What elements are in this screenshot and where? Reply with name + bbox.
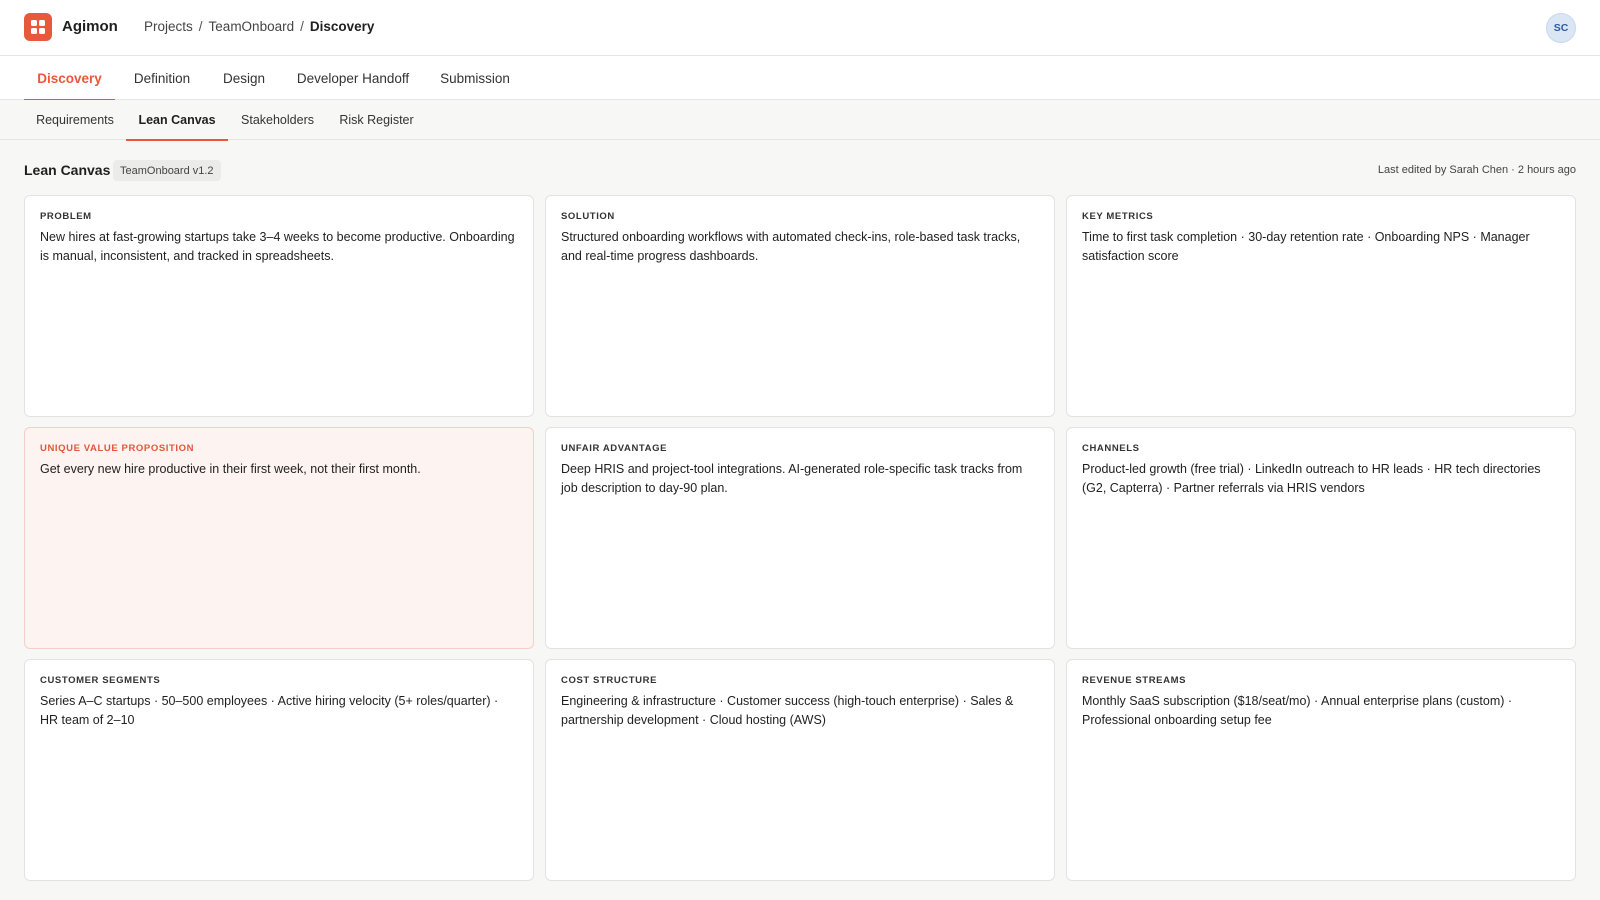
cell-label: Key Metrics <box>1082 211 1154 222</box>
subtab-lean-canvas[interactable]: Lean Canvas <box>126 100 228 141</box>
sub-tabs: Requirements Lean Canvas Stakeholders Ri… <box>0 100 1600 141</box>
canvas-cell-key-metrics[interactable]: Key Metrics Time to first task completio… <box>1066 195 1576 417</box>
cell-label: Revenue Streams <box>1082 675 1187 686</box>
tab-definition[interactable]: Definition <box>124 56 200 100</box>
canvas-cell-unique-value-proposition[interactable]: Unique Value Proposition Get every new h… <box>24 427 534 649</box>
subtab-requirements[interactable]: Requirements <box>24 100 126 140</box>
cell-label: Unique Value Proposition <box>40 443 195 454</box>
cell-label: Cost Structure <box>561 675 658 686</box>
cell-text: Structured onboarding workflows with aut… <box>561 230 1021 263</box>
app-name: Agimon <box>62 18 118 35</box>
version-badge: TeamOnboard v1.2 <box>113 160 221 181</box>
subtab-stakeholders[interactable]: Stakeholders <box>229 100 326 140</box>
lean-canvas-grid: Problem New hires at fast-growing startu… <box>24 195 1576 881</box>
breadcrumb-teamonboard[interactable]: TeamOnboard <box>209 19 295 34</box>
user-avatar[interactable]: SC <box>1546 13 1576 43</box>
cell-text: Engineering & infrastructure · Customer … <box>561 694 1014 727</box>
tab-discovery[interactable]: Discovery <box>24 56 115 101</box>
cell-label: Solution <box>561 211 615 222</box>
cell-label: Problem <box>40 211 92 222</box>
breadcrumb-separator: / <box>198 19 203 34</box>
cell-label: Customer Segments <box>40 675 161 686</box>
cell-label: Channels <box>1082 443 1140 454</box>
breadcrumb-discovery: Discovery <box>309 19 375 34</box>
main-tabs: Discovery Definition Design Developer Ha… <box>0 56 1600 101</box>
cell-text: Monthly SaaS subscription ($18/seat/mo) … <box>1082 694 1513 727</box>
cell-text: Product-led growth (free trial) · Linked… <box>1082 462 1541 495</box>
cell-text: Get every new hire productive in their f… <box>40 462 421 476</box>
cell-text: Time to first task completion · 30-day r… <box>1082 230 1530 263</box>
breadcrumb-projects[interactable]: Projects <box>144 19 193 34</box>
cell-text: Deep HRIS and project-tool integrations.… <box>561 462 1023 495</box>
cell-text: New hires at fast-growing startups take … <box>40 230 515 263</box>
subtab-risk-register[interactable]: Risk Register <box>327 100 426 140</box>
tab-developer-handoff[interactable]: Developer Handoff <box>287 56 419 100</box>
last-edited-text: Last edited by Sarah Chen · 2 hours ago <box>1377 164 1576 176</box>
canvas-cell-unfair-advantage[interactable]: Unfair Advantage Deep HRIS and project-t… <box>545 427 1055 649</box>
tab-submission[interactable]: Submission <box>430 56 520 100</box>
canvas-cell-cost-structure[interactable]: Cost Structure Engineering & infrastruct… <box>545 659 1055 881</box>
tab-design[interactable]: Design <box>211 56 277 100</box>
canvas-cell-solution[interactable]: Solution Structured onboarding workflows… <box>545 195 1055 417</box>
cell-text: Series A–C startups · 50–500 employees ·… <box>40 694 499 727</box>
canvas-cell-revenue-streams[interactable]: Revenue Streams Monthly SaaS subscriptio… <box>1066 659 1576 881</box>
page-title: Lean Canvas <box>24 162 111 178</box>
app-logo-icon[interactable] <box>24 13 52 41</box>
canvas-cell-problem[interactable]: Problem New hires at fast-growing startu… <box>24 195 534 417</box>
canvas-cell-channels[interactable]: Channels Product-led growth (free trial)… <box>1066 427 1576 649</box>
cell-label: Unfair Advantage <box>561 443 668 454</box>
breadcrumb: Projects / TeamOnboard / Discovery <box>144 19 374 34</box>
canvas-cell-customer-segments[interactable]: Customer Segments Series A–C startups · … <box>24 659 534 881</box>
top-bar: Agimon Projects / TeamOnboard / Discover… <box>0 0 1600 56</box>
breadcrumb-separator: / <box>300 19 304 34</box>
